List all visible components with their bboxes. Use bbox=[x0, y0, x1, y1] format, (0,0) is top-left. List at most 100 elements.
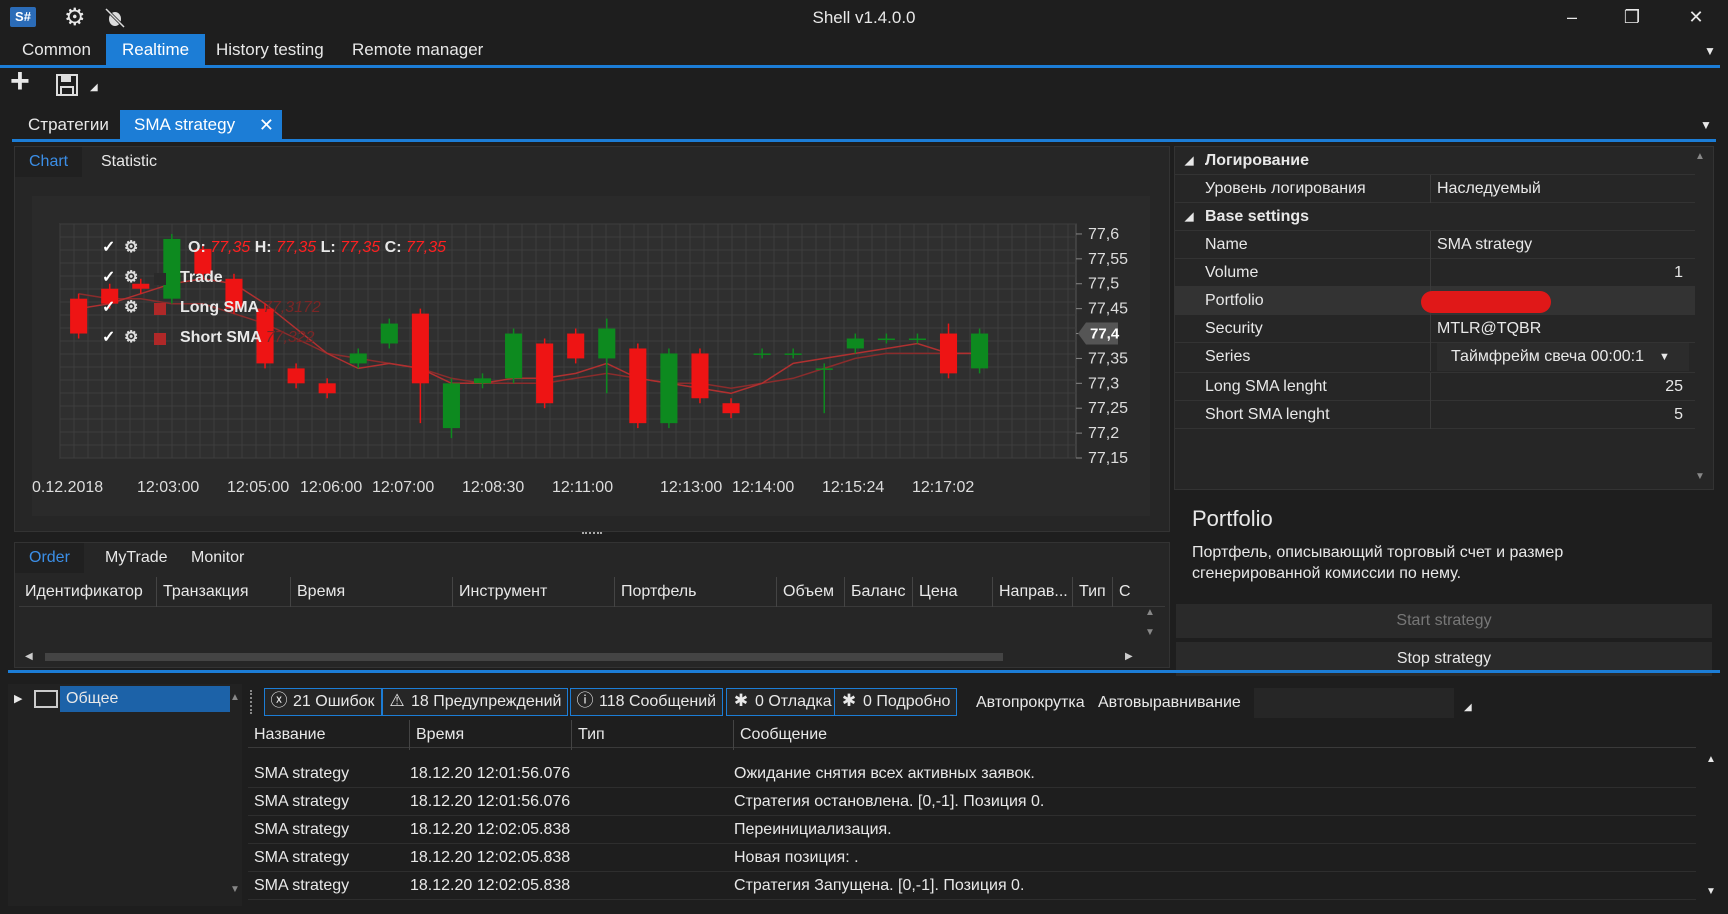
col-time[interactable]: Время bbox=[410, 720, 572, 750]
col-type[interactable]: Тип bbox=[572, 720, 734, 750]
grip-handle[interactable] bbox=[250, 690, 256, 714]
start-strategy-button[interactable]: Start strategy bbox=[1176, 604, 1712, 638]
scroll-left-icon[interactable]: ◀ bbox=[25, 651, 33, 662]
check-icon[interactable]: ✓ bbox=[102, 324, 115, 352]
log-message: Переинициализация. bbox=[734, 821, 892, 838]
log-row[interactable]: SMA strategy 18.12.20 12:01:56.076 Стратег… bbox=[248, 788, 1696, 816]
chevron-down-icon[interactable]: ▼ bbox=[1700, 118, 1712, 132]
prop-portfolio[interactable]: Portfolio bbox=[1175, 287, 1695, 315]
prop-security[interactable]: Security MTLR@TQBR bbox=[1175, 315, 1695, 343]
scroll-down-icon[interactable]: ▼ bbox=[1695, 471, 1705, 482]
close-tab-icon[interactable]: ✕ bbox=[259, 110, 274, 140]
scroll-right-icon[interactable]: ▶ bbox=[1125, 651, 1133, 662]
section-base-settings[interactable]: ◢ Base settings bbox=[1175, 203, 1695, 231]
splitter-handle[interactable] bbox=[582, 532, 602, 536]
prop-long-sma[interactable]: Long SMA lenght 25 bbox=[1175, 373, 1695, 401]
scroll-up-icon[interactable]: ▲ bbox=[230, 692, 240, 703]
dropdown-arrow-icon[interactable]: ◢ bbox=[90, 82, 98, 93]
scroll-down-icon[interactable]: ▼ bbox=[1706, 886, 1716, 897]
menu-remote-manager[interactable]: Remote manager bbox=[340, 34, 495, 66]
col-message[interactable]: Сообщение bbox=[734, 720, 1034, 750]
x-tick-label: 12:13:00 bbox=[660, 479, 722, 496]
horizontal-scrollbar[interactable] bbox=[45, 653, 1003, 661]
tab-statistic[interactable]: Statistic bbox=[87, 147, 171, 177]
autoscroll-toggle[interactable]: Автопрокрутка bbox=[976, 694, 1085, 712]
tab-mytrade[interactable]: MyTrade bbox=[91, 543, 182, 573]
log-search-input[interactable] bbox=[1254, 688, 1454, 718]
verbose-filter-button[interactable]: ✱ 0 Подробно bbox=[834, 688, 958, 716]
series-select[interactable]: Таймфрейм свеча 00:00:1 bbox=[1437, 343, 1689, 371]
chevron-down-icon[interactable]: ▼ bbox=[1704, 44, 1716, 58]
tab-monitor[interactable]: Monitor bbox=[177, 543, 258, 573]
menu-history-testing[interactable]: History testing bbox=[204, 34, 336, 66]
save-icon[interactable] bbox=[56, 74, 78, 96]
minimize-button[interactable]: – bbox=[1552, 4, 1592, 30]
col-name[interactable]: Название bbox=[248, 720, 410, 750]
log-time: 18.12.20 12:02:05.838 bbox=[410, 821, 571, 838]
c-value: 77,35 bbox=[405, 239, 447, 256]
add-icon[interactable]: + bbox=[10, 62, 30, 101]
warnings-filter-button[interactable]: ⚠ 18 Предупреждений bbox=[382, 688, 569, 716]
chart-area[interactable]: 77,6 77,55 77,5 77,45 77,4 77,35 77,3 77,25 77,2… bbox=[32, 196, 1150, 516]
tab-chart[interactable]: Chart bbox=[15, 147, 83, 177]
toolbar: + ◢ bbox=[0, 62, 1728, 106]
prop-series[interactable]: Series Таймфрейм свеча 00:00:1 ▼ bbox=[1175, 343, 1695, 373]
y-tick-label: 77,35 bbox=[1088, 350, 1128, 367]
prop-log-level[interactable]: Уровень логирования Наследуемый bbox=[1175, 175, 1695, 203]
check-icon[interactable]: ✓ bbox=[102, 294, 115, 322]
section-logging[interactable]: ◢ Логирование bbox=[1175, 147, 1695, 175]
col-id[interactable]: Идентификатор bbox=[19, 577, 157, 607]
log-header: Название Время Тип Сообщение bbox=[248, 720, 1696, 750]
scroll-up-icon[interactable]: ▲ bbox=[1145, 607, 1155, 618]
col-direction[interactable]: Направ... bbox=[993, 577, 1073, 607]
scroll-down-icon[interactable]: ▼ bbox=[230, 884, 240, 895]
log-row[interactable]: SMA strategy 18.12.20 12:02:05.838 Переини… bbox=[248, 816, 1696, 844]
gear-icon[interactable]: ⚙ bbox=[124, 234, 138, 262]
col-portfolio[interactable]: Портфель bbox=[615, 577, 777, 607]
log-row[interactable]: SMA strategy 18.12.20 12:02:05.838 Новая п… bbox=[248, 844, 1696, 872]
messages-filter-button[interactable]: ⓘ 118 Сообщений bbox=[570, 688, 724, 716]
l-value: 77,35 bbox=[340, 239, 381, 256]
menu-realtime[interactable]: Realtime bbox=[106, 34, 206, 66]
col-time[interactable]: Время bbox=[291, 577, 453, 607]
candle-body bbox=[318, 383, 336, 394]
chevron-down-icon[interactable]: ▼ bbox=[1659, 343, 1670, 371]
legend-trade: ✓ ⚙ Trade bbox=[102, 264, 302, 292]
autoalign-toggle[interactable]: Автовыравнивание bbox=[1098, 694, 1241, 712]
trade-swatch bbox=[154, 273, 166, 285]
scroll-up-icon[interactable]: ▲ bbox=[1695, 151, 1705, 162]
gear-icon[interactable]: ⚙ bbox=[124, 294, 138, 322]
scroll-up-icon[interactable]: ▲ bbox=[1706, 754, 1716, 765]
col-instrument[interactable]: Инструмент bbox=[453, 577, 615, 607]
errors-filter-button[interactable]: ⓧ 21 Ошибок bbox=[264, 688, 382, 716]
col-balance[interactable]: Баланс bbox=[845, 577, 913, 607]
log-partial-row bbox=[248, 748, 1696, 758]
dropdown-arrow-icon[interactable]: ◢ bbox=[1464, 702, 1472, 713]
col-transaction[interactable]: Транзакция bbox=[157, 577, 291, 607]
col-price[interactable]: Цена bbox=[913, 577, 993, 607]
log-row[interactable]: SMA strategy 18.12.20 12:01:56.076 Ожидани… bbox=[248, 760, 1696, 788]
col-type[interactable]: Тип bbox=[1073, 577, 1113, 607]
maximize-button[interactable]: ❐ bbox=[1612, 4, 1652, 30]
prop-short-sma[interactable]: Short SMA lenght 5 bbox=[1175, 401, 1695, 429]
redacted-value bbox=[1421, 291, 1551, 313]
tab-order[interactable]: Order bbox=[15, 543, 84, 573]
check-icon[interactable]: ✓ bbox=[102, 264, 115, 292]
prop-volume[interactable]: Volume 1 bbox=[1175, 259, 1695, 287]
debug-filter-button[interactable]: ✱ 0 Отладка bbox=[726, 688, 839, 716]
divider bbox=[12, 139, 1716, 142]
log-row[interactable]: SMA strategy 18.12.20 12:02:05.838 Стратег… bbox=[248, 872, 1696, 900]
scroll-down-icon[interactable]: ▼ bbox=[1145, 627, 1155, 638]
expand-icon[interactable]: ▶ bbox=[14, 692, 22, 705]
col-volume[interactable]: Объем bbox=[777, 577, 845, 607]
close-button[interactable]: ✕ bbox=[1676, 4, 1716, 30]
tree-item-general[interactable]: Общее bbox=[60, 686, 230, 712]
candle-body bbox=[536, 343, 554, 404]
col-status[interactable]: С bbox=[1113, 577, 1153, 607]
check-icon[interactable]: ✓ bbox=[102, 234, 115, 262]
gear-icon[interactable]: ⚙ bbox=[124, 324, 138, 352]
prop-name[interactable]: Name SMA strategy bbox=[1175, 231, 1695, 259]
gear-icon[interactable]: ⚙ bbox=[124, 264, 138, 292]
tab-strategies[interactable]: Стратегии bbox=[14, 110, 123, 140]
tab-sma-strategy[interactable]: SMA strategy ✕ bbox=[120, 110, 282, 140]
